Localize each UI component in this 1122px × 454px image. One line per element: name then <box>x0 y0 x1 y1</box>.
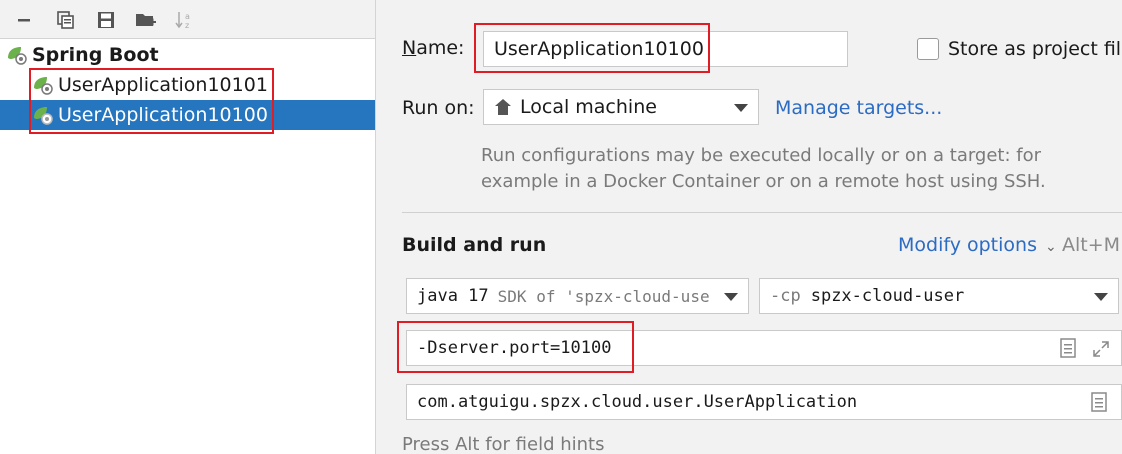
manage-targets-link[interactable]: Manage targets... <box>775 97 942 119</box>
tree-group-label: Spring Boot <box>32 44 159 66</box>
save-icon[interactable] <box>94 8 118 32</box>
classpath-module-select[interactable]: -cp spzx-cloud-user <box>759 278 1119 314</box>
modify-options-label: Modify options <box>898 234 1037 256</box>
classpath-module-value: spzx-cloud-user <box>810 286 965 306</box>
document-icon[interactable] <box>1091 392 1107 417</box>
store-as-project-file-label: Store as project file <box>948 38 1122 60</box>
chevron-down-icon: ⌄ <box>1045 239 1057 255</box>
sort-alpha-icon[interactable]: az <box>172 8 196 32</box>
modify-options-shortcut: Alt+M <box>1062 234 1121 256</box>
chevron-down-icon <box>1094 293 1108 301</box>
spring-boot-icon <box>6 44 28 66</box>
vm-options-value: -Dserver.port=10100 <box>417 338 612 358</box>
chevron-down-icon <box>724 293 738 301</box>
run-on-hint-line1: Run configurations may be executed local… <box>481 145 1042 166</box>
svg-text:z: z <box>185 21 189 30</box>
main-class-value: com.atguigu.spzx.cloud.user.UserApplicat… <box>417 392 858 412</box>
spring-boot-run-config-icon <box>32 104 54 126</box>
tree-item[interactable]: UserApplication10101 <box>0 70 375 100</box>
jdk-sdk-hint: SDK of 'spzx-cloud-use <box>497 286 710 306</box>
jdk-java-version: java 17 <box>417 286 489 306</box>
run-config-tree-panel: az Spring Boot UserApplication10101 User… <box>0 0 376 454</box>
copy-icon[interactable] <box>54 8 78 32</box>
jdk-select[interactable]: java 17 SDK of 'spzx-cloud-use <box>406 278 749 314</box>
name-label: Name: <box>402 37 465 59</box>
build-and-run-heading: Build and run <box>402 234 547 256</box>
store-as-project-file-checkbox[interactable] <box>917 38 939 60</box>
name-field[interactable]: UserApplication10100 <box>483 31 848 67</box>
footer-hint: Press Alt for field hints <box>402 434 605 454</box>
tree-toolbar: az <box>0 0 375 39</box>
vm-options-field[interactable]: -Dserver.port=10100 <box>406 330 1122 366</box>
modify-options-link[interactable]: Modify options ⌄ <box>898 234 1057 256</box>
new-folder-icon[interactable] <box>134 8 158 32</box>
run-on-value: Local machine <box>520 96 657 118</box>
remove-icon[interactable] <box>12 8 36 32</box>
main-class-field[interactable]: com.atguigu.spzx.cloud.user.UserApplicat… <box>406 384 1122 420</box>
run-on-select[interactable]: Local machine <box>483 89 759 125</box>
name-field-value: UserApplication10100 <box>494 38 704 60</box>
svg-text:a: a <box>185 12 190 21</box>
tree-group-spring-boot[interactable]: Spring Boot <box>0 40 375 70</box>
run-on-hint-line2: example in a Docker Container or on a re… <box>481 171 1046 192</box>
expand-icon[interactable] <box>1091 339 1111 364</box>
tree-item-selected[interactable]: UserApplication10100 <box>0 100 375 130</box>
section-divider <box>402 212 1122 213</box>
tree-item-label: UserApplication10100 <box>58 104 268 126</box>
classpath-flag: -cp <box>770 286 801 306</box>
home-icon <box>494 98 512 116</box>
spring-boot-run-config-icon <box>32 74 54 96</box>
run-on-label: Run on: <box>402 97 475 119</box>
name-label-rest: ame: <box>416 37 465 59</box>
chevron-down-icon <box>734 104 748 112</box>
tree-item-label: UserApplication10101 <box>58 74 268 96</box>
document-icon[interactable] <box>1060 338 1076 363</box>
